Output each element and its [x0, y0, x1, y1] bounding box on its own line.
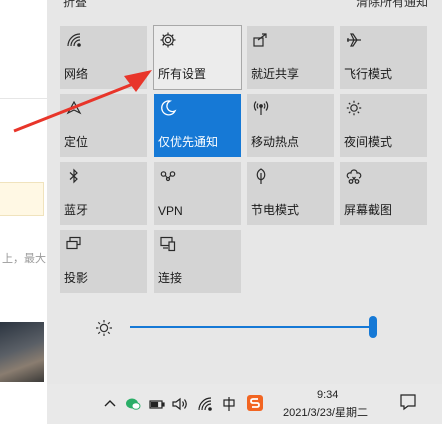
screenshot-icon [345, 167, 363, 185]
connect-icon [159, 235, 177, 253]
tile-label: 节电模式 [251, 203, 300, 217]
collapse-link[interactable]: 折叠 [63, 0, 87, 10]
brightness-icon [345, 99, 363, 117]
tile-mobile-hotspot[interactable]: 移动热点 [247, 94, 334, 157]
tile-label: 夜间模式 [344, 135, 393, 149]
tile-label: 投影 [64, 271, 89, 285]
tile-network[interactable]: 网络 [60, 26, 147, 89]
clear-notifications-link[interactable]: 清除所有通知 [356, 0, 428, 10]
tile-label: 所有设置 [158, 67, 207, 81]
wifi-icon[interactable] [196, 395, 214, 413]
tile-label: VPN [158, 204, 183, 218]
tile-vpn[interactable]: VPN [154, 162, 241, 225]
background-text: 上，最大 [2, 253, 46, 265]
tile-airplane-mode[interactable]: 飞行模式 [340, 26, 427, 89]
tile-label: 仅优先通知 [158, 135, 219, 149]
project-icon [65, 235, 83, 253]
tile-night-light[interactable]: 夜间模式 [340, 94, 427, 157]
sogou-icon[interactable] [246, 394, 264, 412]
background-photo [0, 322, 44, 382]
sun-icon [94, 318, 114, 338]
moon-icon [159, 99, 177, 117]
tile-location[interactable]: 定位 [60, 94, 147, 157]
tile-label: 蓝牙 [64, 203, 89, 217]
brightness-slider-track[interactable] [130, 326, 374, 328]
tile-label: 网络 [64, 67, 89, 81]
tile-focus-assist[interactable]: 仅优先通知 [154, 94, 241, 157]
volume-icon[interactable] [171, 395, 189, 413]
tile-label: 移动热点 [251, 135, 300, 149]
battery-icon[interactable] [148, 395, 166, 413]
tile-label: 就近共享 [251, 67, 300, 81]
tile-label: 飞行模式 [344, 67, 393, 81]
network-icon [65, 31, 83, 49]
tile-project[interactable]: 投影 [60, 230, 147, 293]
tile-nearby-share[interactable]: 就近共享 [247, 26, 334, 89]
share-icon [252, 31, 270, 49]
clock-date[interactable]: 2021/3/23/星期二 [283, 404, 368, 420]
tile-bluetooth[interactable]: 蓝牙 [60, 162, 147, 225]
background-notice-box [0, 182, 44, 216]
tile-label: 连接 [158, 271, 183, 285]
leaf-icon [252, 167, 270, 185]
clock-time[interactable]: 9:34 [317, 389, 338, 401]
gear-icon [159, 31, 177, 49]
brightness-slider-thumb[interactable] [369, 316, 377, 338]
location-icon [65, 99, 83, 117]
tile-label: 屏幕截图 [344, 203, 393, 217]
bluetooth-icon [65, 167, 83, 185]
tile-connect[interactable]: 连接 [154, 230, 241, 293]
hotspot-icon [252, 99, 270, 117]
vpn-icon [159, 167, 177, 185]
panel-header: 折叠 清除所有通知 [47, 0, 442, 12]
tile-label: 定位 [64, 135, 89, 149]
notification-center-icon[interactable] [397, 391, 419, 413]
wechat-icon[interactable] [124, 395, 142, 413]
tile-battery-saver[interactable]: 节电模式 [247, 162, 334, 225]
ime-icon[interactable] [220, 395, 238, 413]
background-divider [0, 98, 50, 99]
chevron-up-icon[interactable] [101, 395, 119, 413]
airplane-icon [345, 31, 363, 49]
tile-all-settings[interactable]: 所有设置 [153, 25, 242, 90]
tile-screen-snip[interactable]: 屏幕截图 [340, 162, 427, 225]
